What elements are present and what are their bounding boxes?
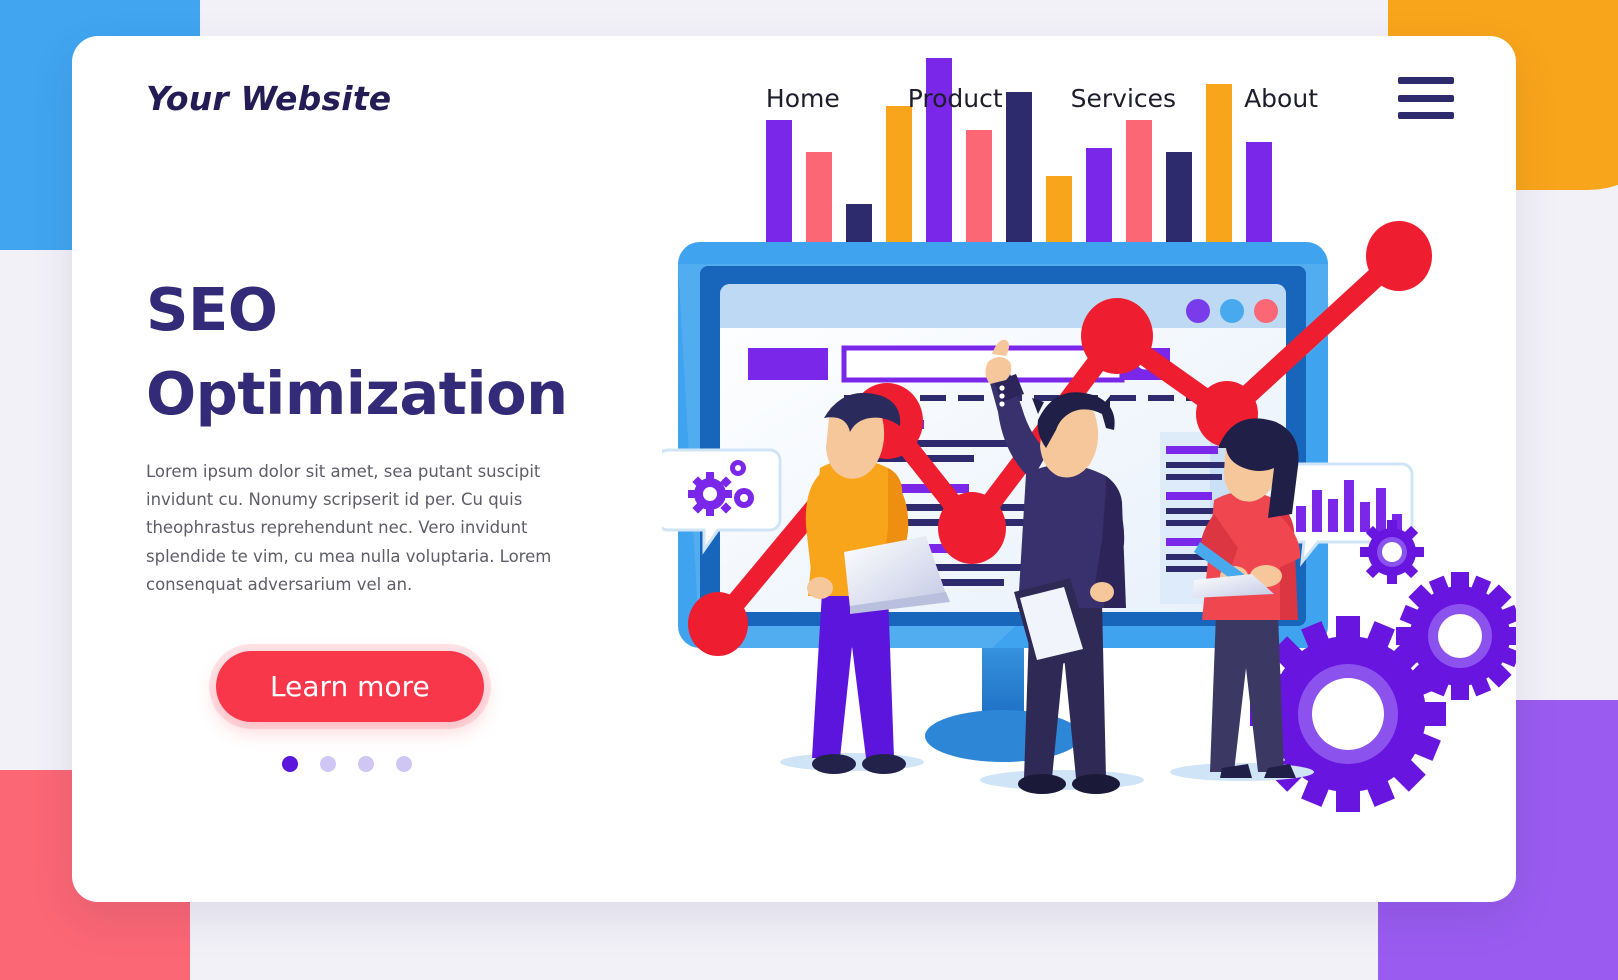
chart-node-3 <box>938 492 1006 564</box>
nav-item-home[interactable]: Home <box>732 84 874 113</box>
carousel-dot-1[interactable] <box>282 756 298 773</box>
headline-line-1: SEO <box>146 275 278 344</box>
learn-more-button[interactable]: Learn more <box>216 651 484 723</box>
nav-item-product[interactable]: Product <box>874 84 1037 113</box>
carousel-dots <box>282 756 666 773</box>
hamburger-bar <box>1398 77 1454 84</box>
hamburger-bar <box>1398 112 1454 119</box>
page-title: SEO Optimization <box>146 268 666 436</box>
carousel-dot-3[interactable] <box>358 756 374 773</box>
headline-line-2: Optimization <box>146 358 568 428</box>
main-navigation: Home Product Services About <box>732 77 1464 119</box>
nav-item-services[interactable]: Services <box>1037 84 1210 113</box>
window-dot-purple <box>1186 299 1210 323</box>
seo-illustration <box>662 36 1516 902</box>
site-logo[interactable]: Your Website <box>146 79 391 118</box>
hamburger-bar <box>1398 94 1454 102</box>
browser-window <box>720 284 1286 612</box>
hamburger-icon[interactable] <box>1398 77 1454 119</box>
chart-node-6 <box>1366 221 1432 291</box>
window-dot-blue <box>1220 299 1244 323</box>
landing-page-card: Your Website Home Product Services About… <box>72 36 1516 902</box>
carousel-dot-4[interactable] <box>396 756 412 773</box>
carousel-dot-2[interactable] <box>320 756 336 773</box>
hero-section: SEO Optimization Lorem ipsum dolor sit a… <box>146 268 666 773</box>
nav-item-about[interactable]: About <box>1210 84 1352 113</box>
window-dot-red <box>1254 299 1278 323</box>
site-header: Your Website Home Product Services About <box>72 36 1516 160</box>
chart-node-1 <box>688 592 748 656</box>
chart-node-4 <box>1081 298 1153 374</box>
hero-description: Lorem ipsum dolor sit amet, sea putant s… <box>146 461 552 595</box>
logo-block <box>748 348 828 380</box>
